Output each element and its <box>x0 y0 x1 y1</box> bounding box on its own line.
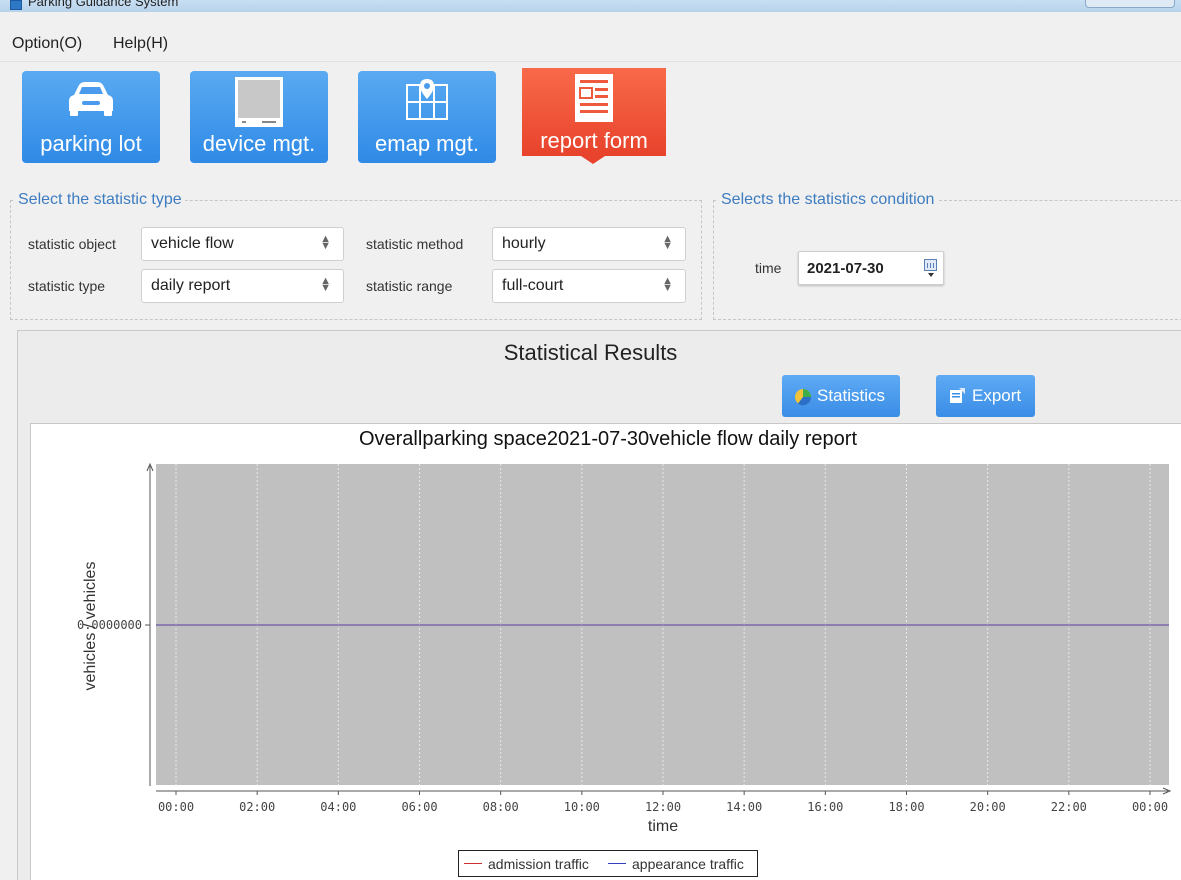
statistic-range-value: full-court <box>502 277 564 294</box>
module-parking-lot-button[interactable]: parking lot <box>22 71 160 163</box>
spinner-arrows-icon: ▲ ▼ <box>662 275 673 294</box>
legend-item-admission: admission traffic <box>464 856 589 872</box>
statistics-button[interactable]: Statistics <box>782 375 900 417</box>
menu-option[interactable]: Option(O) <box>12 35 82 53</box>
x-axis-label: time <box>647 818 679 835</box>
window-controls[interactable] <box>1085 0 1175 8</box>
statistic-type-value: daily report <box>151 277 231 294</box>
statistic-method-label: statistic method <box>366 236 464 252</box>
window-title: Parking Guidance System <box>28 0 179 9</box>
statistic-range-select[interactable]: full-court ▲ ▼ <box>492 269 686 303</box>
car-icon <box>69 82 113 116</box>
legend-item-appearance: appearance traffic <box>608 856 744 872</box>
module-emap-mgt-button[interactable]: emap mgt. <box>358 71 496 163</box>
report-icon <box>575 74 613 122</box>
module-device-mgt-button[interactable]: device mgt. <box>190 71 328 163</box>
chart-title: Overallparking space2021-07-30vehicle fl… <box>358 428 858 450</box>
chevron-down-icon <box>928 273 934 277</box>
active-tab-pointer <box>581 156 605 164</box>
spinner-arrows-icon: ▲ ▼ <box>320 275 331 294</box>
date-picker[interactable]: 2021-07-30 <box>798 251 944 285</box>
chart-panel <box>30 423 1181 880</box>
spinner-arrows-icon: ▲ ▼ <box>662 233 673 252</box>
map-pin-icon <box>406 79 448 120</box>
legend-label-appearance: appearance traffic <box>632 856 744 872</box>
export-button[interactable]: Export <box>936 375 1035 417</box>
statistic-range-label: statistic range <box>366 278 453 294</box>
statistics-condition-panel-title: Selects the statistics condition <box>718 191 938 209</box>
menu-help[interactable]: Help(H) <box>113 35 168 53</box>
statistics-condition-panel: Selects the statistics condition <box>713 191 1181 320</box>
legend-swatch-admission <box>464 863 482 865</box>
statistic-method-select[interactable]: hourly ▲ ▼ <box>492 227 686 261</box>
statistic-type-panel-title: Select the statistic type <box>15 191 185 209</box>
date-value: 2021-07-30 <box>807 260 884 277</box>
statistic-object-label: statistic object <box>28 236 116 252</box>
statistic-object-select[interactable]: vehicle flow ▲ ▼ <box>141 227 344 261</box>
chart-legend: admission traffic appearance traffic <box>458 850 758 877</box>
module-label: report form <box>540 128 648 153</box>
module-label: emap mgt. <box>375 131 479 156</box>
statistic-object-value: vehicle flow <box>151 235 234 252</box>
export-icon <box>950 388 965 403</box>
window-titlebar: Parking Guidance System <box>0 0 1181 12</box>
calendar-icon[interactable] <box>924 259 937 271</box>
export-button-label: Export <box>972 386 1022 405</box>
menu-bar: Option(O) Help(H) <box>0 28 1181 62</box>
module-label: device mgt. <box>202 131 316 156</box>
spinner-arrows-icon: ▲ ▼ <box>320 233 331 252</box>
statistics-button-label: Statistics <box>817 386 886 405</box>
app-icon <box>10 0 22 10</box>
statistic-type-label: statistic type <box>28 278 106 294</box>
time-label: time <box>755 260 782 276</box>
module-label: parking lot <box>40 131 142 156</box>
module-report-form-button[interactable]: report form <box>522 68 666 164</box>
pie-chart-icon <box>795 389 812 406</box>
statistic-method-value: hourly <box>502 235 546 252</box>
y-axis-label: vehicles / vehicles <box>82 561 99 691</box>
statistic-type-select[interactable]: daily report ▲ ▼ <box>141 269 344 303</box>
monitor-icon <box>235 77 283 127</box>
legend-label-admission: admission traffic <box>488 856 589 872</box>
legend-swatch-appearance <box>608 863 626 865</box>
results-title: Statistical Results <box>503 340 678 365</box>
